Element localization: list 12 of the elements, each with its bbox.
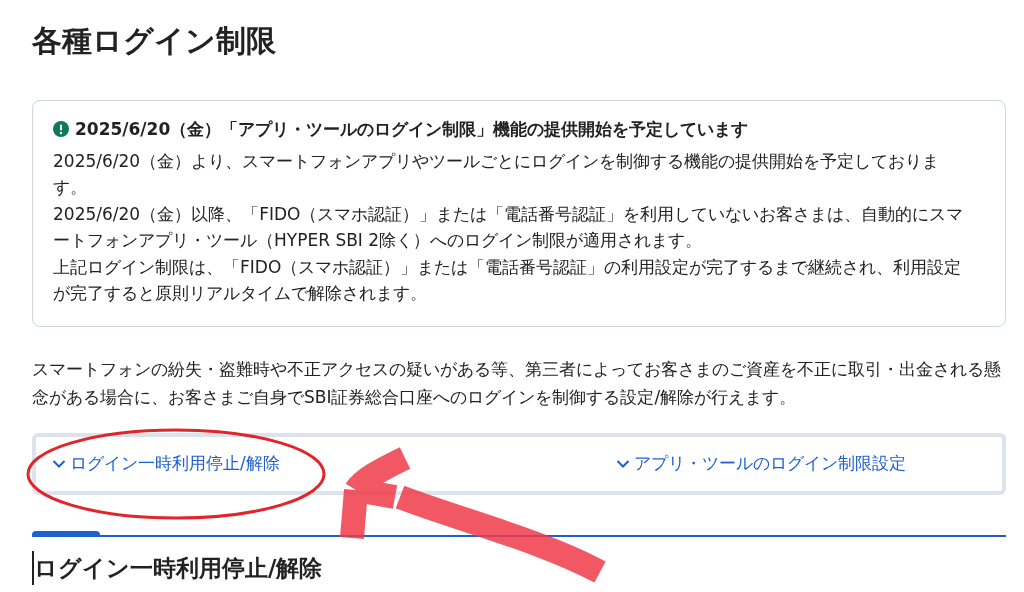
section-heading: ログイン一時利用停止/解除: [32, 550, 323, 585]
notice-paragraph: 2025/6/20（金）より、スマートフォンアプリやツールごとにログインを制御する機能の提供開始を予定しております。: [53, 149, 941, 199]
exclamation-icon: [53, 121, 69, 138]
anchor-link[interactable]: アプリ・ツールのログイン制限設定: [615, 452, 906, 475]
notice-paragraph: 上記ログイン制限は、「FIDO（スマホ認証）」または「電話番号認証」の利用設定が完了するまで継続され、利用設定が完了すると原則リアルタイムで解除されます。: [53, 255, 963, 305]
notice-paragraph: 2025/6/20（金）以降、「FIDO（スマホ認証）」または「電話番号認証」を利用していないお客さまは、自動的にスマートフォンアプリ・ツール（HYPER SBI 2除く）へのログイン制限が適用されます。: [53, 202, 965, 252]
anchor-link[interactable]: ログイン一時利用停止/解除: [52, 452, 280, 475]
page-title: 各種ログイン制限: [32, 22, 276, 60]
intro-text: スマートフォンの紛失・盗難時や不正アクセスの疑いがある等、第三者によってお客さまのご資産を不正に取引・出金される懸念がある場合に、お客さまご自身でSBI証券総合口座へのログインを制御する設定/解除が行えます。: [32, 357, 1002, 409]
chevron-down-icon: [52, 458, 66, 469]
chevron-down-icon: [615, 458, 630, 469]
notice-heading: 2025/6/20（金）「アプリ・ツールのログイン制限」機能の提供開始を予定しています: [75, 118, 749, 141]
